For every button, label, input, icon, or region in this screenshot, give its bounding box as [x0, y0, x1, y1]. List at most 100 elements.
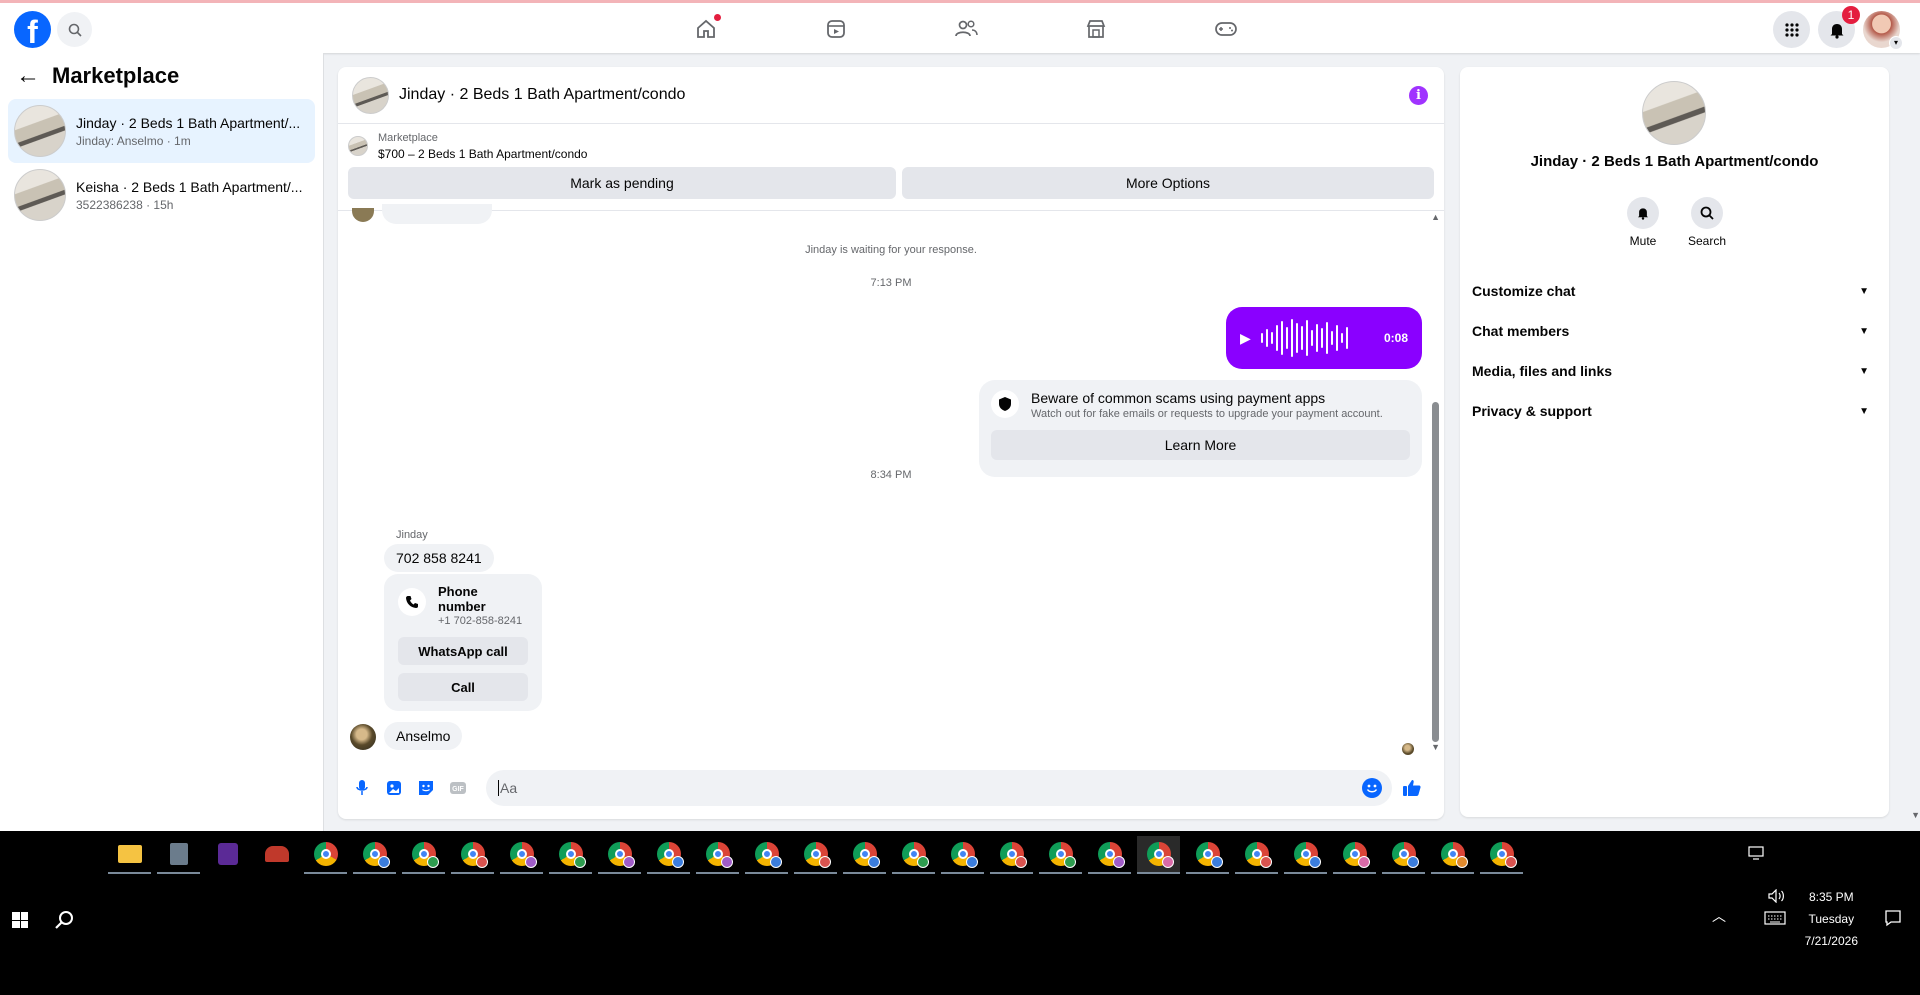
account-avatar[interactable]: ▾ [1863, 11, 1903, 50]
chrome-window-button[interactable] [1039, 836, 1082, 874]
chrome-window-button[interactable] [990, 836, 1033, 874]
seen-indicator [1402, 743, 1414, 755]
profile-icon [1113, 856, 1125, 868]
chrome-window-button[interactable] [843, 836, 886, 874]
tab-friends[interactable] [916, 6, 1016, 52]
sticker-icon[interactable] [414, 776, 438, 800]
search-icon[interactable] [1691, 197, 1723, 229]
search-action[interactable]: Search [1686, 197, 1728, 248]
mark-as-pending-button[interactable]: Mark as pending [348, 167, 896, 199]
scroll-down-arrow[interactable]: ▼ [1431, 742, 1440, 752]
play-icon[interactable]: ▶ [1240, 330, 1251, 347]
profile-icon [1260, 856, 1272, 868]
system-clock[interactable]: 8:35 PM Tuesday 7/21/2026 [1805, 886, 1858, 952]
keyboard-icon[interactable] [1764, 911, 1786, 925]
learn-more-button[interactable]: Learn More [991, 430, 1410, 460]
chevron-down-icon: ▼ [1859, 405, 1869, 417]
volume-icon[interactable] [1768, 889, 1786, 903]
scroll-up-arrow[interactable]: ▲ [1431, 212, 1440, 222]
section-media-files-links[interactable]: Media, files and links ▼ [1472, 351, 1877, 391]
chevron-up-icon[interactable]: ︿ [1712, 906, 1726, 926]
message-bubble[interactable]: Anselmo [384, 722, 463, 750]
chrome-window-button[interactable] [549, 836, 592, 874]
chrome-window-button[interactable] [402, 836, 445, 874]
chrome-window-button[interactable] [1480, 836, 1523, 874]
chrome-window-button[interactable] [941, 836, 984, 874]
chrome-window-button[interactable] [745, 836, 788, 874]
more-options-button[interactable]: More Options [902, 167, 1434, 199]
tab-home[interactable] [656, 6, 756, 52]
message-bubble [382, 204, 492, 224]
listing-thumbnail [14, 105, 66, 157]
tab-gaming[interactable] [1176, 6, 1276, 52]
facebook-logo[interactable]: f [14, 11, 51, 48]
bell-icon[interactable] [1627, 197, 1659, 229]
snipping-tool-icon [264, 846, 289, 862]
message-bubble[interactable]: 702 858 8241 [384, 544, 494, 572]
chrome-window-button[interactable] [1186, 836, 1229, 874]
chrome-window-button[interactable] [1088, 836, 1131, 874]
info-icon[interactable]: i [1409, 86, 1428, 105]
tab-marketplace[interactable] [1046, 6, 1146, 52]
photo-icon[interactable] [382, 776, 406, 800]
section-label: Chat members [1472, 323, 1570, 339]
whatsapp-call-button[interactable]: WhatsApp call [398, 637, 528, 665]
voice-message[interactable]: ▶ 0:08 [1226, 307, 1422, 369]
file-explorer-button[interactable] [108, 836, 151, 874]
scrollbar-thumb[interactable] [1432, 402, 1439, 742]
page-scroll-down-arrow[interactable]: ▼ [1911, 810, 1920, 820]
chrome-window-button[interactable] [1284, 836, 1327, 874]
listing-thumbnail[interactable] [348, 136, 368, 156]
chrome-window-button[interactable] [696, 836, 739, 874]
chrome-window-button[interactable] [1235, 836, 1278, 874]
chrome-window-button[interactable] [892, 836, 935, 874]
nav-tabs [656, 6, 1276, 52]
chat-avatar[interactable] [352, 76, 389, 114]
section-privacy-support[interactable]: Privacy & support ▼ [1472, 391, 1877, 431]
search-icon[interactable] [54, 909, 76, 931]
back-arrow-icon[interactable]: ← [16, 64, 40, 88]
phone-number-card: Phone number +1 702-858-8241 WhatsApp ca… [384, 574, 542, 711]
desktop-icon[interactable] [1748, 846, 1764, 860]
listing-price[interactable]: $700 – 2 Beds 1 Bath Apartment/condo [378, 147, 587, 161]
conversation-preview: 3522386238 · 15h [76, 197, 174, 212]
chat-title[interactable]: Jinday · 2 Beds 1 Bath Apartment/condo [399, 86, 685, 104]
search-button[interactable] [57, 12, 92, 47]
home-notification-dot [714, 14, 721, 21]
windows-start-icon[interactable] [12, 912, 28, 928]
tab-video[interactable] [786, 6, 886, 52]
like-icon[interactable] [1400, 776, 1424, 800]
waiting-notice: Jinday is waiting for your response. [805, 244, 977, 256]
profile-icon [672, 856, 684, 868]
sidebar-header: ← Marketplace [0, 53, 323, 99]
emoji-icon[interactable] [1362, 778, 1382, 798]
menu-button[interactable] [1773, 11, 1810, 48]
chrome-window-button[interactable] [1333, 836, 1376, 874]
calculator-button[interactable] [157, 836, 200, 874]
microphone-icon[interactable] [350, 776, 374, 800]
section-chat-members[interactable]: Chat members ▼ [1472, 311, 1877, 351]
chrome-window-button[interactable] [1431, 836, 1474, 874]
conversation-item[interactable]: Jinday · 2 Beds 1 Bath Apartment/... Jin… [8, 99, 315, 163]
chrome-window-button[interactable] [794, 836, 837, 874]
mute-action[interactable]: Mute [1622, 197, 1664, 248]
chrome-window-button-active[interactable] [1137, 836, 1180, 874]
message-input[interactable]: Aa [486, 770, 1392, 806]
gif-icon[interactable]: GIF [446, 776, 470, 800]
chrome-window-button[interactable] [500, 836, 543, 874]
snipping-tool-button[interactable] [255, 836, 298, 874]
conversation-item[interactable]: Keisha · 2 Beds 1 Bath Apartment/... 352… [8, 163, 315, 227]
call-button[interactable]: Call [398, 673, 528, 701]
notification-center-icon[interactable] [1884, 909, 1902, 927]
chrome-window-button[interactable] [451, 836, 494, 874]
chrome-window-button[interactable] [598, 836, 641, 874]
app-button[interactable] [206, 836, 249, 874]
listing-avatar[interactable] [1642, 81, 1706, 145]
message-list[interactable]: ▲ ▼ Jinday is waiting for your response.… [338, 204, 1444, 757]
section-customize-chat[interactable]: Customize chat ▼ [1472, 271, 1877, 311]
chrome-window-button[interactable] [1382, 836, 1425, 874]
notifications-button[interactable]: 1 [1818, 6, 1860, 48]
chrome-window-button[interactable] [304, 836, 347, 874]
chrome-window-button[interactable] [353, 836, 396, 874]
chrome-window-button[interactable] [647, 836, 690, 874]
